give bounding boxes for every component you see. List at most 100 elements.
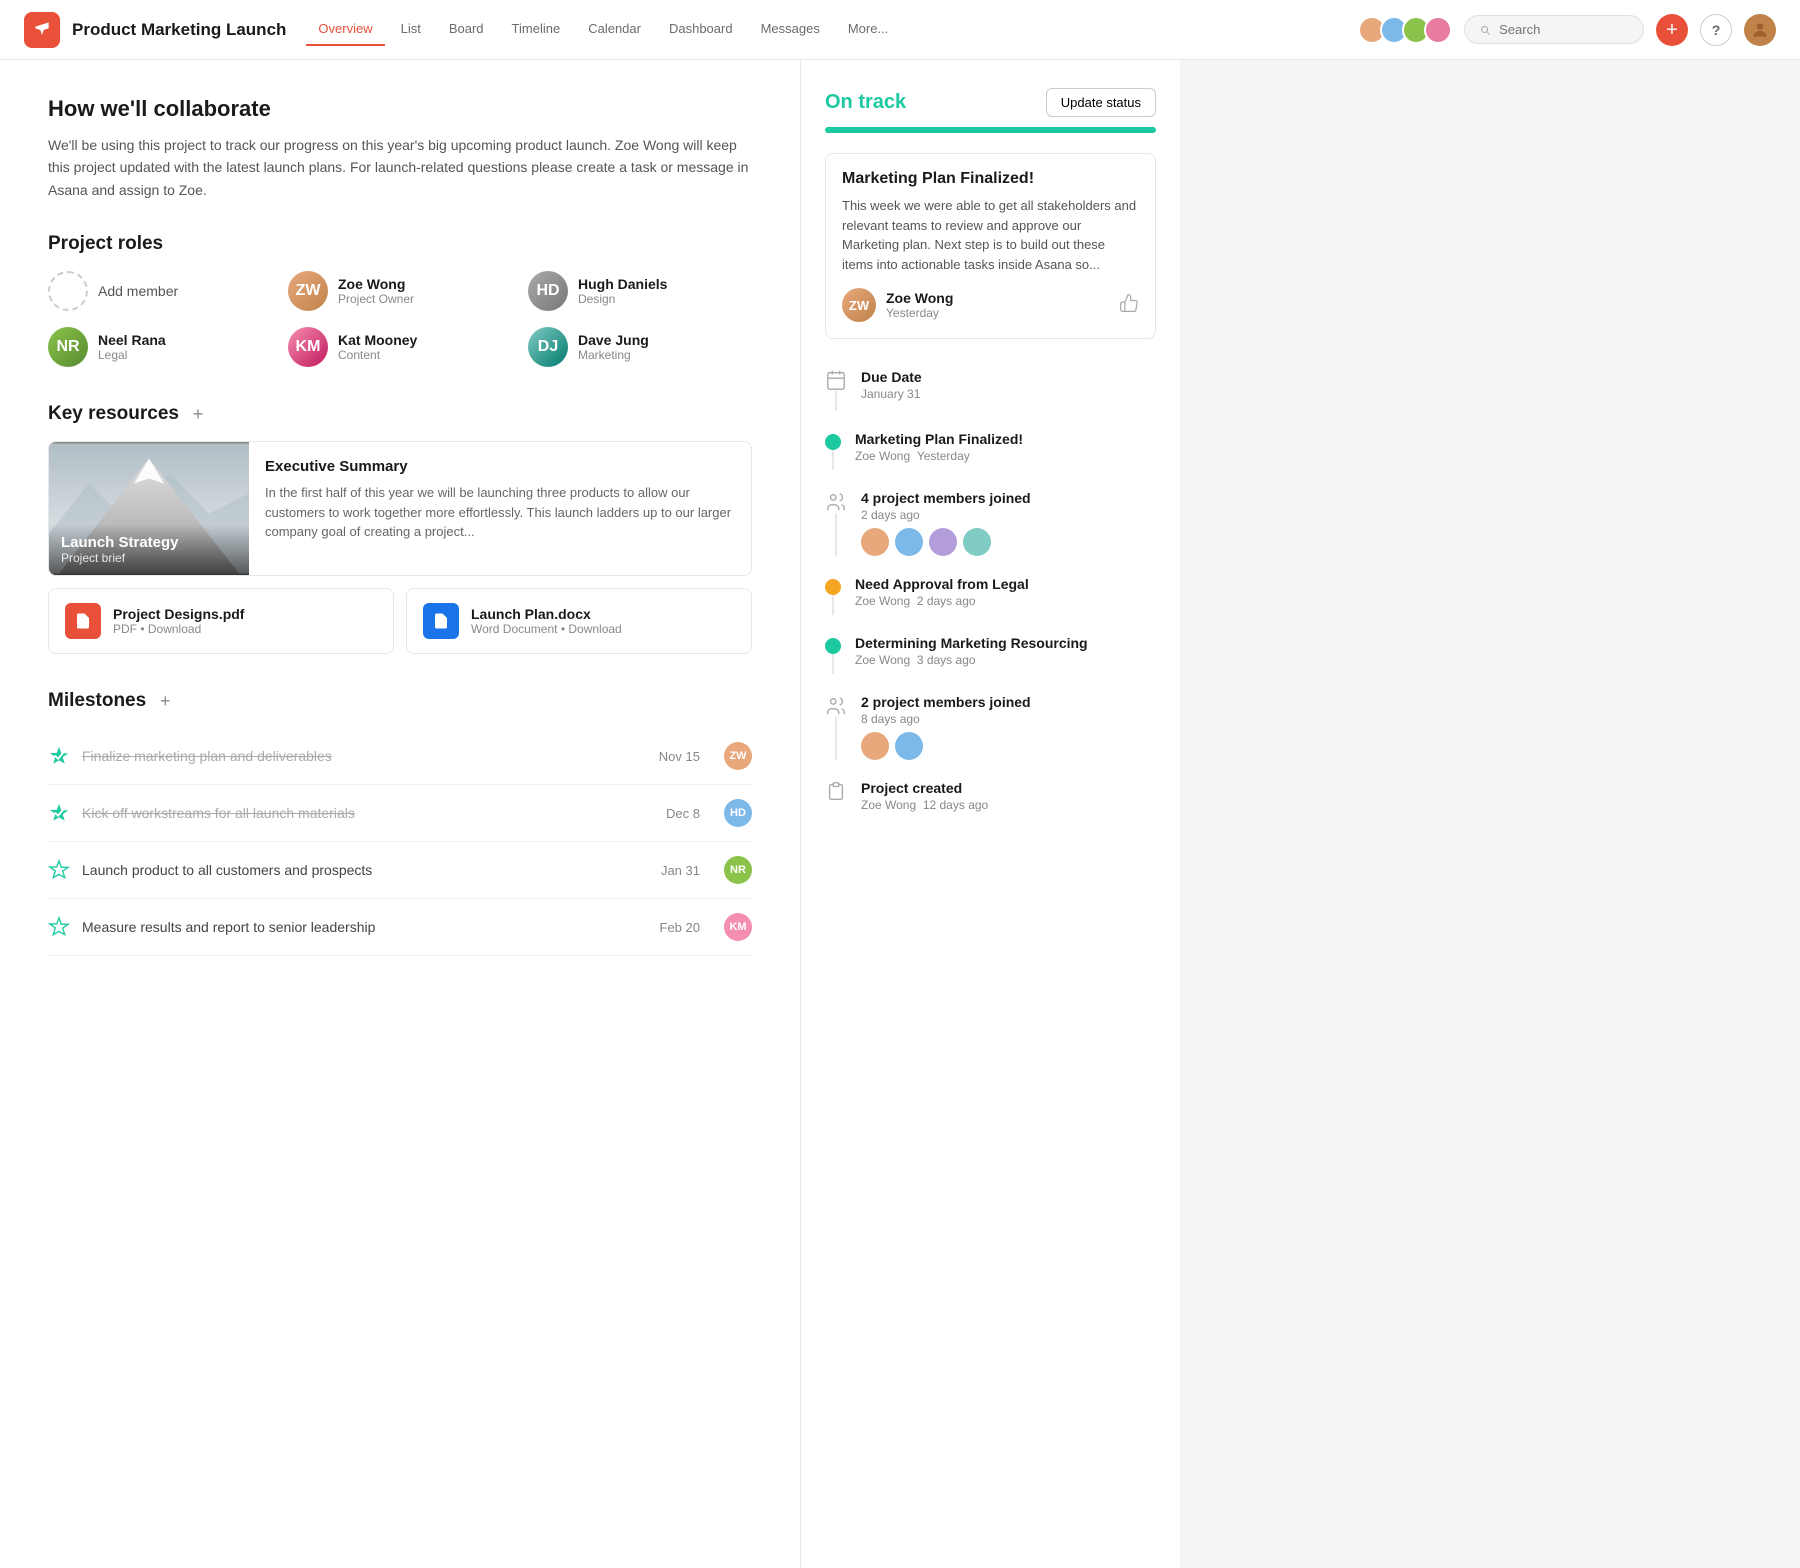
role-item-zoe: ZW Zoe Wong Project Owner (288, 271, 512, 311)
pdf-icon (65, 603, 101, 639)
search-input[interactable] (1499, 22, 1629, 37)
add-button[interactable]: + (1656, 14, 1688, 46)
status-update-card: Marketing Plan Finalized! This week we w… (825, 153, 1156, 339)
avatar-4[interactable] (1424, 16, 1452, 44)
timeline-left-1 (825, 431, 841, 470)
role-label-hugh: Design (578, 292, 667, 306)
tab-board[interactable]: Board (437, 13, 496, 46)
tab-list[interactable]: List (389, 13, 433, 46)
clipboard-icon (825, 780, 847, 802)
timeline-meta-4: Zoe Wong 3 days ago (855, 653, 1156, 667)
user-avatar[interactable] (1744, 14, 1776, 46)
timeline-due-detail: January 31 (861, 387, 1156, 401)
timeline-content-5: 2 project members joined 8 days ago (861, 694, 1156, 760)
role-label-zoe: Project Owner (338, 292, 414, 306)
milestone-avatar-3: KM (724, 913, 752, 941)
calendar-icon (825, 369, 847, 391)
timeline-content-2: 4 project members joined 2 days ago (861, 490, 1156, 556)
tab-messages[interactable]: Messages (749, 13, 832, 46)
milestone-check-icon-1 (48, 802, 70, 824)
like-button[interactable] (1119, 293, 1139, 318)
timeline-dot-teal-4 (825, 638, 841, 654)
tab-overview[interactable]: Overview (306, 13, 384, 46)
timeline-item-6: Project created Zoe Wong 12 days ago (825, 770, 1156, 828)
timeline-title-2: 4 project members joined (861, 490, 1156, 506)
role-avatar-zoe[interactable]: ZW (288, 271, 328, 311)
role-name-dave: Dave Jung (578, 332, 649, 348)
tab-timeline[interactable]: Timeline (500, 13, 573, 46)
role-name-hugh: Hugh Daniels (578, 276, 667, 292)
add-member-item[interactable]: Add member (48, 271, 272, 311)
timeline-due-title: Due Date (861, 369, 1156, 385)
timeline-left-3 (825, 576, 841, 615)
status-author: ZW Zoe Wong Yesterday (842, 288, 1139, 322)
role-avatar-kat[interactable]: KM (288, 327, 328, 367)
search-icon (1479, 23, 1491, 37)
role-name-neel: Neel Rana (98, 332, 166, 348)
tab-calendar[interactable]: Calendar (576, 13, 653, 46)
role-item-kat: KM Kat Mooney Content (288, 327, 512, 367)
resource-thumb-title: Launch Strategy (61, 534, 237, 551)
update-status-button[interactable]: Update status (1046, 88, 1156, 117)
roles-grid: Add member ZW Zoe Wong Project Owner HD … (48, 271, 752, 367)
timeline-meta-2: 2 days ago (861, 508, 1156, 522)
collaborate-body: We'll be using this project to track our… (48, 134, 752, 201)
thumb-up-icon (1119, 293, 1139, 313)
milestone-item-1: Kick off workstreams for all launch mate… (48, 785, 752, 842)
role-avatar-hugh[interactable]: HD (528, 271, 568, 311)
timeline-line-0 (835, 391, 837, 411)
add-member-label: Add member (98, 283, 178, 299)
member-av-2 (895, 528, 923, 556)
timeline-dot-teal-1 (825, 434, 841, 450)
resources-header: Key resources + (48, 403, 752, 425)
add-member-avatar[interactable] (48, 271, 88, 311)
timeline-meta-5: 8 days ago (861, 712, 1156, 726)
resource-card-large[interactable]: Launch Strategy Project brief Executive … (48, 441, 752, 576)
milestone-text-3: Measure results and report to senior lea… (82, 919, 648, 935)
doc-icon (423, 603, 459, 639)
milestone-check-icon-0 (48, 745, 70, 767)
resource-title: Executive Summary (265, 458, 735, 475)
milestone-avatar-0: ZW (724, 742, 752, 770)
role-avatar-neel[interactable]: NR (48, 327, 88, 367)
activity-timeline: Due Date January 31 Marketing Plan Final… (825, 359, 1156, 828)
timeline-line-4 (832, 654, 834, 674)
help-button[interactable]: ? (1700, 14, 1732, 46)
milestones-header: Milestones + (48, 690, 752, 712)
status-bar (825, 127, 1156, 133)
resource-thumb-sub: Project brief (61, 551, 237, 565)
resources-grid: Launch Strategy Project brief Executive … (48, 441, 752, 654)
resource-thumb-overlay: Launch Strategy Project brief (49, 524, 249, 575)
nav-right: + ? (1364, 14, 1776, 46)
timeline-meta-1: Zoe Wong Yesterday (855, 449, 1156, 463)
timeline-due-date: Due Date January 31 (825, 359, 1156, 421)
member-av-5b (895, 732, 923, 760)
tab-dashboard[interactable]: Dashboard (657, 13, 745, 46)
role-name-zoe: Zoe Wong (338, 276, 414, 292)
timeline-line-5 (835, 717, 837, 760)
timeline-left-4 (825, 635, 841, 674)
role-item-hugh: HD Hugh Daniels Design (528, 271, 752, 311)
author-info: Zoe Wong Yesterday (886, 290, 953, 320)
doc-meta: Word Document • Download (471, 622, 622, 636)
file-doc[interactable]: Launch Plan.docx Word Document • Downloa… (406, 588, 752, 654)
file-pdf[interactable]: Project Designs.pdf PDF • Download (48, 588, 394, 654)
add-resource-button[interactable]: + (187, 403, 209, 425)
tab-more[interactable]: More... (836, 13, 900, 46)
collaborate-title: How we'll collaborate (48, 96, 752, 122)
timeline-left-2 (825, 490, 847, 556)
add-milestone-button[interactable]: + (154, 690, 176, 712)
timeline-title-5: 2 project members joined (861, 694, 1156, 710)
timeline-meta-6: Zoe Wong 12 days ago (861, 798, 1156, 812)
status-update-body: This week we were able to get all stakeh… (842, 196, 1139, 274)
milestone-item-3: Measure results and report to senior lea… (48, 899, 752, 956)
milestone-pending-icon-2 (48, 859, 70, 881)
pdf-meta: PDF • Download (113, 622, 244, 636)
status-author-avatar: ZW (842, 288, 876, 322)
milestones-title: Milestones (48, 690, 146, 712)
search-bar[interactable] (1464, 15, 1644, 44)
timeline-dot-orange-3 (825, 579, 841, 595)
timeline-item-1: Marketing Plan Finalized! Zoe Wong Yeste… (825, 421, 1156, 480)
role-label-neel: Legal (98, 348, 166, 362)
role-avatar-dave[interactable]: DJ (528, 327, 568, 367)
